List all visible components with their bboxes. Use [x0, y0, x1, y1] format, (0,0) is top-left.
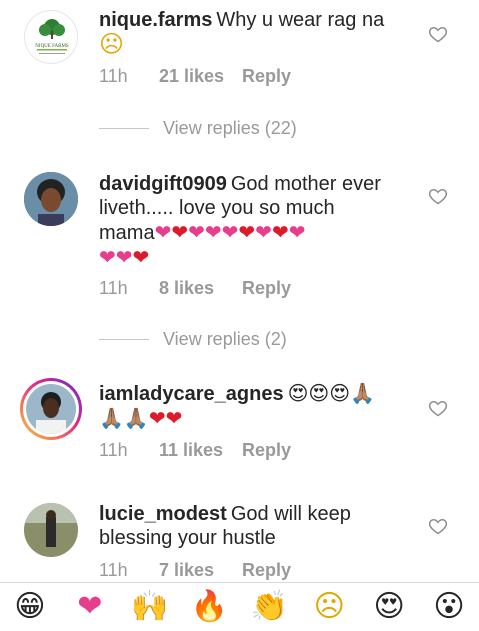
emoji-reaction-bar: 😁 ❤ 🙌 🔥 👏 ☹ 😍 😮 — [0, 582, 479, 631]
heart-emoji-icon: ❤ — [238, 220, 256, 244]
view-replies-button[interactable]: View replies (2) — [99, 329, 287, 350]
reply-button[interactable]: Reply — [242, 66, 291, 87]
comment-body-line-2: liveth..... love you so much — [99, 197, 335, 219]
heart-icon[interactable]: ❤ — [70, 587, 110, 627]
story-ring-avatar[interactable] — [20, 378, 82, 440]
likes-count[interactable]: 7 likes — [159, 560, 242, 581]
reply-button[interactable]: Reply — [242, 440, 291, 461]
sad-face-icon: ☹ — [99, 30, 125, 58]
view-replies-button[interactable]: View replies (22) — [99, 118, 297, 139]
clapping-hands-icon[interactable]: 👏 — [249, 587, 289, 627]
heart-emoji-icon: ❤ — [204, 220, 222, 244]
nique-farms-logo-icon: NIQUE FARMS — [35, 19, 69, 54]
like-heart-icon[interactable] — [428, 24, 448, 44]
heart-emoji-icon: ❤ — [99, 245, 116, 269]
like-heart-icon[interactable] — [428, 398, 448, 418]
likes-count[interactable]: 11 likes — [159, 440, 242, 461]
heart-emoji-icon: ❤ — [148, 406, 166, 430]
heart-emoji-icon: ❤ — [271, 220, 289, 244]
heart-emoji-icon: ❤ — [115, 245, 133, 269]
comment-meta: 11h 7 likes Reply — [99, 560, 291, 581]
reply-button[interactable]: Reply — [242, 560, 291, 581]
heart-emoji-icon: ❤ — [221, 220, 239, 244]
heart-emoji-icon: ❤ — [132, 245, 150, 269]
timestamp: 11h — [99, 278, 128, 298]
avatar[interactable] — [24, 172, 78, 226]
heart-emoji-icon: ❤ — [171, 220, 189, 244]
comment-meta: 11h 8 likes Reply — [99, 278, 291, 299]
user-photo-icon — [26, 384, 76, 434]
timestamp: 11h — [99, 66, 128, 86]
comment-text: lucie_modest God will keep blessing your … — [99, 502, 419, 550]
heart-emoji-icon: ❤ — [288, 220, 306, 244]
emoji-sequence: 😍😍😍🙏🏽 — [287, 381, 376, 405]
likes-count[interactable]: 8 likes — [159, 278, 242, 299]
likes-count[interactable]: 21 likes — [159, 66, 242, 87]
comment-text: nique.farms Why u wear rag na ☹ — [99, 8, 419, 58]
hearts-row: ❤❤❤❤❤❤❤❤❤ — [155, 220, 306, 244]
user-photo-icon — [24, 172, 78, 226]
svg-text:NIQUE FARMS: NIQUE FARMS — [35, 44, 69, 49]
grinning-face-icon[interactable]: 😁 — [10, 587, 50, 627]
timestamp: 11h — [99, 440, 128, 460]
heart-emoji-icon: ❤ — [165, 406, 183, 430]
fire-icon[interactable]: 🔥 — [190, 587, 230, 627]
user-photo-icon — [24, 503, 78, 557]
username[interactable]: iamladycare_agnes — [99, 383, 284, 405]
username[interactable]: davidgift0909 — [99, 173, 227, 195]
divider — [99, 128, 149, 129]
avatar[interactable]: NIQUE FARMS — [24, 10, 78, 64]
comment-text: davidgift0909 God mother ever liveth.....… — [99, 172, 419, 270]
raised-hands-icon[interactable]: 🙌 — [130, 587, 170, 627]
view-replies-label: View replies (2) — [163, 329, 287, 349]
comment-body-line-1: God will keep — [230, 503, 351, 525]
heart-emoji-icon: ❤ — [154, 220, 172, 244]
hearts-row: ❤❤❤ — [99, 245, 149, 269]
username[interactable]: nique.farms — [99, 9, 212, 31]
comment-body-line-3: mama — [99, 222, 155, 244]
divider — [99, 339, 149, 340]
reply-button[interactable]: Reply — [242, 278, 291, 299]
heart-emoji-icon: ❤ — [188, 220, 205, 244]
emoji-sequence: 🙏🏽🙏🏽 — [99, 406, 149, 430]
hearts-row: ❤❤ — [149, 406, 183, 430]
surprised-face-icon[interactable]: 😮 — [429, 587, 469, 627]
sad-face-icon[interactable]: ☹ — [309, 587, 349, 627]
view-replies-label: View replies (22) — [163, 118, 297, 138]
username[interactable]: lucie_modest — [99, 503, 227, 525]
timestamp: 11h — [99, 560, 128, 580]
heart-eyes-face-icon[interactable]: 😍 — [369, 587, 409, 627]
comment-text: iamladycare_agnes 😍😍😍🙏🏽 🙏🏽🙏🏽❤❤ — [99, 381, 419, 431]
like-heart-icon[interactable] — [428, 516, 448, 536]
avatar[interactable] — [24, 503, 78, 557]
comment-body: Why u wear rag na — [216, 9, 385, 31]
like-heart-icon[interactable] — [428, 186, 448, 206]
comment-meta: 11h 11 likes Reply — [99, 440, 291, 461]
heart-emoji-icon: ❤ — [255, 220, 272, 244]
comment-meta: 11h 21 likes Reply — [99, 66, 291, 87]
comment-body-line-2: blessing your hustle — [99, 527, 276, 549]
comment-body-line-1: God mother ever — [230, 173, 381, 195]
